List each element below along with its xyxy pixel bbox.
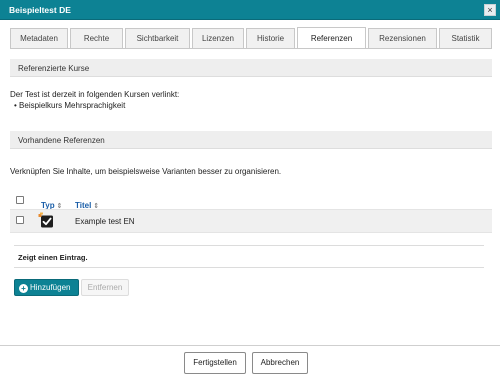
table-divider bbox=[14, 267, 484, 268]
tab-lizenzen[interactable]: Lizenzen bbox=[192, 28, 244, 48]
add-button-label: Hinzufügen bbox=[30, 283, 71, 292]
referenced-courses-intro: Der Test ist derzeit in folgenden Kursen… bbox=[10, 90, 180, 99]
course-name: Beispielkurs Mehrsprachigkeit bbox=[19, 101, 126, 110]
close-icon[interactable]: × bbox=[484, 4, 496, 16]
table-divider bbox=[14, 245, 484, 246]
plus-circle-icon: + bbox=[19, 284, 28, 293]
cancel-button[interactable]: Abbrechen bbox=[252, 352, 308, 374]
finish-button[interactable]: Fertigstellen bbox=[184, 352, 246, 374]
tab-referenzen[interactable]: Referenzen bbox=[297, 27, 366, 49]
remove-button[interactable]: Entfernen bbox=[81, 279, 129, 296]
test-checkbox-icon bbox=[38, 212, 53, 228]
tab-sichtbarkeit[interactable]: Sichtbarkeit bbox=[125, 28, 190, 48]
course-list-item: • Beispielkurs Mehrsprachigkeit bbox=[14, 101, 125, 110]
tab-statistik[interactable]: Statistik bbox=[439, 28, 492, 48]
section-heading: Referenzierte Kurse bbox=[18, 64, 90, 73]
section-existing-references: Vorhandene Referenzen bbox=[10, 131, 492, 149]
tab-metadaten[interactable]: Metadaten bbox=[10, 28, 68, 48]
dialog-title: Beispieltest DE bbox=[9, 5, 71, 15]
existing-references-intro: Verknüpfen Sie Inhalte, um beispielsweis… bbox=[10, 167, 282, 176]
section-heading: Vorhandene Referenzen bbox=[18, 136, 105, 145]
dialog-titlebar: Beispieltest DE × bbox=[0, 0, 500, 20]
tab-divider bbox=[10, 48, 492, 49]
tab-rezensionen[interactable]: Rezensionen bbox=[368, 28, 437, 48]
footer-divider bbox=[0, 345, 500, 346]
add-button[interactable]: + Hinzufügen bbox=[14, 279, 79, 296]
tab-historie[interactable]: Historie bbox=[246, 28, 295, 48]
row-checkbox[interactable] bbox=[16, 216, 24, 224]
table-footer-count: Zeigt einen Eintrag. bbox=[18, 253, 88, 262]
tab-rechte[interactable]: Rechte bbox=[70, 28, 123, 48]
row-title: Example test EN bbox=[75, 217, 135, 226]
select-all-checkbox[interactable] bbox=[16, 196, 24, 204]
section-referenced-courses: Referenzierte Kurse bbox=[10, 59, 492, 77]
